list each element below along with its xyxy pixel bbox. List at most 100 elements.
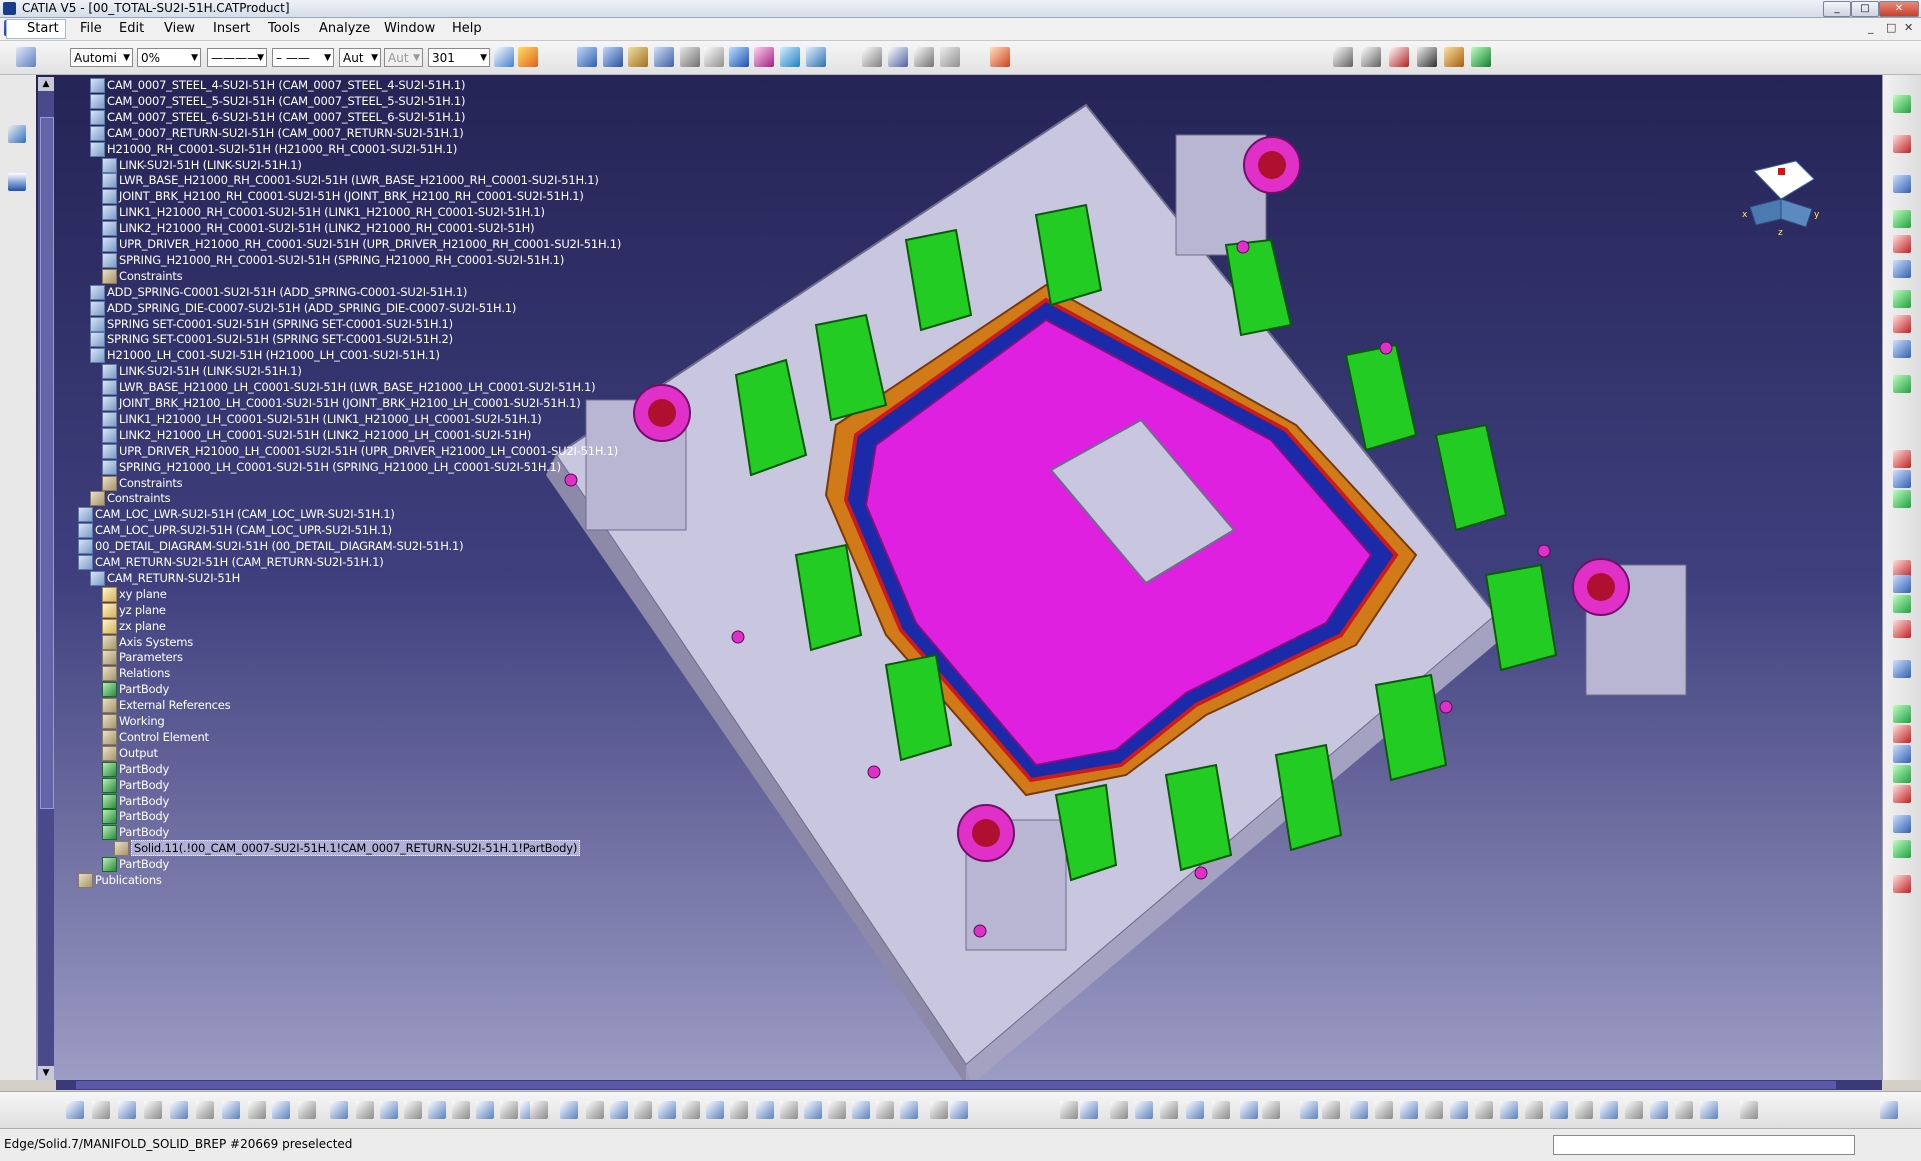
tree-node-label[interactable]: CAM_LOC_UPR-SU2I-51H (CAM_LOC_UPR-SU2I-5… xyxy=(95,523,392,537)
tree-node-label[interactable]: PartBody xyxy=(119,857,169,871)
toolbar-icon[interactable] xyxy=(682,1101,700,1119)
toolbar-icon[interactable] xyxy=(428,1101,446,1119)
doc-minimize-button[interactable]: _ xyxy=(1868,21,1874,34)
workbench-tool-icon[interactable] xyxy=(1893,725,1911,743)
workbench-tool-icon[interactable] xyxy=(1893,290,1911,308)
tree-node-label[interactable]: Publications xyxy=(95,873,162,887)
plane-icon[interactable] xyxy=(102,618,117,634)
snap-icon[interactable] xyxy=(704,47,724,67)
body-icon[interactable] xyxy=(102,857,117,873)
toolbar-icon[interactable] xyxy=(852,1101,870,1119)
properties-brush-icon[interactable] xyxy=(518,47,538,67)
workbench-tool-icon[interactable] xyxy=(1893,490,1911,508)
toolbar-icon[interactable] xyxy=(1675,1101,1693,1119)
toolbar-icon[interactable] xyxy=(658,1101,676,1119)
tree-node-label[interactable]: ADD_SPRING_DIE-C0007-SU2I-51H (ADD_SPRIN… xyxy=(107,301,516,315)
workbench-tool-icon[interactable] xyxy=(1893,235,1911,253)
feat-icon[interactable] xyxy=(102,729,117,745)
tree-node-label[interactable]: Working xyxy=(119,714,165,728)
part-icon[interactable] xyxy=(90,316,105,332)
replace-component-icon[interactable] xyxy=(654,47,674,67)
toolbar-icon[interactable] xyxy=(356,1101,374,1119)
workbench-icon[interactable] xyxy=(16,47,36,67)
tree-node-label[interactable]: Constraints xyxy=(119,269,183,283)
measure-icon[interactable] xyxy=(862,47,882,67)
body-icon[interactable] xyxy=(102,809,117,825)
toolbar-icon[interactable] xyxy=(452,1101,470,1119)
bolt-icon[interactable] xyxy=(1389,47,1409,67)
part-icon[interactable] xyxy=(78,539,93,555)
toolbar-icon[interactable] xyxy=(1135,1101,1153,1119)
tree-node-label[interactable]: LWR_BASE_H21000_RH_C0001-SU2I-51H (LWR_B… xyxy=(119,173,599,187)
tree-node-label[interactable]: PartBody xyxy=(119,762,169,776)
body-icon[interactable] xyxy=(102,825,117,841)
workbench-tool-icon[interactable] xyxy=(1893,135,1911,153)
power-input-field[interactable] xyxy=(1553,1135,1855,1155)
toolbar-icon[interactable] xyxy=(1600,1101,1618,1119)
tree-node-label[interactable]: LWR_BASE_H21000_LH_C0001-SU2I-51H (LWR_B… xyxy=(119,380,596,394)
tree-vertical-scrollbar[interactable]: ▲ ▼ xyxy=(38,77,54,1080)
toolbar-icon[interactable] xyxy=(500,1101,518,1119)
part-icon[interactable] xyxy=(102,427,117,443)
tree-node-label[interactable]: xy plane xyxy=(119,587,167,601)
toolbar-icon[interactable] xyxy=(248,1101,266,1119)
workbench-tool-icon[interactable] xyxy=(1893,175,1911,193)
toolbar-icon[interactable] xyxy=(476,1101,494,1119)
toolbar-icon[interactable] xyxy=(828,1101,846,1119)
constraint-icon[interactable] xyxy=(102,268,117,284)
scene-icon[interactable] xyxy=(990,47,1010,67)
menu-start[interactable]: Start xyxy=(6,19,66,39)
tree-node-label[interactable]: yz plane xyxy=(119,603,166,617)
workbench-tool-icon[interactable] xyxy=(1893,620,1911,638)
maximize-button[interactable]: □ xyxy=(1851,1,1879,17)
toolbar-icon[interactable] xyxy=(1450,1101,1468,1119)
toolbar-icon[interactable] xyxy=(1575,1101,1593,1119)
tree-node-label[interactable]: Control Element xyxy=(119,730,209,744)
clash-icon[interactable] xyxy=(754,47,774,67)
hscroll-thumb[interactable] xyxy=(76,1081,1836,1089)
bom-icon[interactable] xyxy=(1333,47,1353,67)
workbench-tool-icon[interactable] xyxy=(1893,840,1911,858)
part-icon[interactable] xyxy=(90,284,105,300)
part-icon[interactable] xyxy=(102,173,117,189)
tree-node-label[interactable]: External References xyxy=(119,698,231,712)
part-icon[interactable] xyxy=(102,411,117,427)
feat-icon[interactable] xyxy=(102,714,117,729)
part-icon[interactable] xyxy=(90,109,105,125)
toolbar-icon[interactable] xyxy=(804,1101,822,1119)
toolbar-icon[interactable] xyxy=(66,1101,84,1119)
workbench-tool-icon[interactable] xyxy=(1893,470,1911,488)
tree-node-label[interactable]: 00_DETAIL_DIAGRAM-SU2I-51H (00_DETAIL_DI… xyxy=(95,539,464,553)
toolbar-icon[interactable] xyxy=(272,1101,290,1119)
new-component-icon[interactable] xyxy=(603,47,623,67)
toolbar-icon[interactable] xyxy=(1650,1101,1668,1119)
toolbar-icon[interactable] xyxy=(1350,1101,1368,1119)
part-icon[interactable] xyxy=(78,507,93,523)
tree-node-label[interactable]: SPRING SET-C0001-SU2I-51H (SPRING SET-C0… xyxy=(107,317,453,331)
toolbar-icon[interactable] xyxy=(1110,1101,1128,1119)
toolbar-icon[interactable] xyxy=(1240,1101,1258,1119)
toolbar-icon[interactable] xyxy=(876,1101,894,1119)
painter-icon[interactable] xyxy=(494,47,514,67)
transparency-combo[interactable]: 0% ▼ xyxy=(137,48,201,67)
toolbar-icon[interactable] xyxy=(170,1101,188,1119)
layer-combo[interactable]: 301 ▼ xyxy=(428,48,490,67)
tree-node-label[interactable]: UPR_DRIVER_H21000_RH_C0001-SU2I-51H (UPR… xyxy=(119,237,621,251)
close-button[interactable]: ✕ xyxy=(1879,1,1919,17)
tree-node-label[interactable]: Axis Systems xyxy=(119,635,193,649)
toolbar-icon[interactable] xyxy=(560,1101,578,1119)
point-combo[interactable]: Aut ▼ xyxy=(339,48,381,67)
part-icon[interactable] xyxy=(78,523,93,539)
catia-app-icon[interactable] xyxy=(3,2,16,15)
part-icon[interactable] xyxy=(102,396,117,411)
save-icon[interactable] xyxy=(1417,47,1437,67)
update-icon[interactable] xyxy=(780,47,800,67)
body-icon[interactable] xyxy=(102,777,117,793)
part-icon[interactable] xyxy=(90,78,105,93)
tree-node-label[interactable]: PartBody xyxy=(119,794,169,808)
toolbar-icon[interactable] xyxy=(706,1101,724,1119)
tree-node-label[interactable]: H21000_LH_C001-SU2I-51H (H21000_LH_C001-… xyxy=(107,348,440,362)
toolbar-icon[interactable] xyxy=(950,1101,968,1119)
tree-node-label[interactable]: PartBody xyxy=(119,809,169,823)
toolbar-icon[interactable] xyxy=(530,1101,548,1119)
